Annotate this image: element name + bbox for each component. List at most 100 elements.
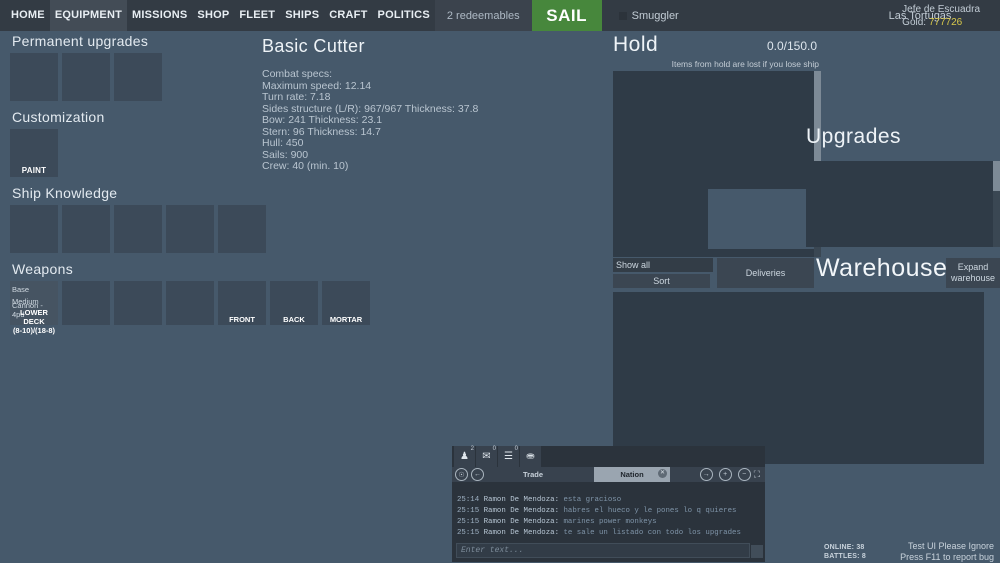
chat-tab-badge: 2 <box>470 446 474 452</box>
expand-warehouse-line1: Expand <box>957 262 989 272</box>
main-nav: HOME EQUIPMENT MISSIONS SHOP FLEET SHIPS CRAFT… <box>0 0 435 31</box>
deliveries-button[interactable]: Deliveries <box>717 258 814 288</box>
nav-item-shop[interactable]: SHOP <box>192 0 234 31</box>
chat-message-text: esta gracioso <box>563 496 622 504</box>
combat-spec-line: Turn rate: 7.18 <box>262 91 331 103</box>
ship-knowledge-slot[interactable] <box>218 205 266 253</box>
warehouse-panel: Show all Sort Deliveries Warehouse Expan… <box>613 254 1000 464</box>
nav-item-ships[interactable]: SHIPS <box>280 0 324 31</box>
upgrades-scrollbar-thumb[interactable] <box>993 161 1000 191</box>
chat-message-user: Ramon De Mendoza: <box>483 518 564 526</box>
chat-tab-bar: ♟ 2 ✉ 0 ☰ 0 ⛂ <box>452 446 541 467</box>
combat-spec-line: Stern: 96 Thickness: 14.7 <box>262 125 381 138</box>
chat-message: 25:14 Ramon De Mendoza: esta gracioso <box>457 495 760 506</box>
ship-knowledge-slot[interactable] <box>114 205 162 253</box>
close-icon[interactable]: ✕ <box>658 469 667 478</box>
battles-count: BATTLES: 8 <box>824 553 866 560</box>
weapons-title: Weapons <box>12 261 73 277</box>
chat-channel-trade-label: Trade <box>522 470 543 479</box>
ship-knowledge-slot[interactable] <box>62 205 110 253</box>
combat-specs-header: Combat specs: <box>262 68 333 80</box>
permanent-upgrade-slot[interactable] <box>62 53 110 101</box>
permanent-upgrade-slot[interactable] <box>114 53 162 101</box>
chat-tab-group[interactable]: ⛂ <box>520 446 541 467</box>
nav-item-home[interactable]: HOME <box>6 0 50 31</box>
hold-item-list[interactable] <box>613 71 821 257</box>
sail-button[interactable]: SAIL <box>531 0 602 31</box>
chat-message-text: habres el hueco y le pones lo q quieres <box>563 507 737 515</box>
chat-tab-badge: 0 <box>514 446 518 452</box>
permanent-upgrade-slot[interactable] <box>10 53 58 101</box>
chat-message-time: 25:15 <box>457 507 484 515</box>
chat-channel-nation-label: Nation <box>620 470 644 479</box>
weapon-slot[interactable]: FRONT <box>218 281 266 325</box>
weapon-slot[interactable]: BACK <box>270 281 318 325</box>
chat-expand-icon[interactable]: ⛶ <box>754 469 760 480</box>
chat-tab-person[interactable]: ♟ 2 <box>454 446 475 467</box>
chat-input[interactable]: Enter text... <box>456 543 750 558</box>
chat-message: 25:15 Ramon De Mendoza: habres el hueco … <box>457 506 760 517</box>
weapon-slot[interactable]: Base Medium Cannon - 4pd LOWER DECK (8-10)/… <box>10 281 58 335</box>
ship-name: Basic Cutter <box>262 36 365 56</box>
chat-message-area[interactable]: 25:14 Ramon De Mendoza: esta gracioso 25:… <box>452 482 765 542</box>
sail-button-label: SAIL <box>546 5 587 25</box>
hold-capacity: 0.0/150.0 <box>766 39 817 53</box>
weapon-slot[interactable] <box>62 281 110 325</box>
hold-header: Hold 0.0/150.0 Items from hold are lost … <box>613 33 821 69</box>
customization-slot-paint[interactable]: PAINT <box>10 129 58 177</box>
combat-spec-line: Hull: 450 <box>262 137 304 149</box>
hold-panel: Hold 0.0/150.0 Items from hold are lost … <box>613 33 821 257</box>
combat-spec-line: Crew: 40 (min. 10) <box>262 160 349 172</box>
weapon-slots: Base Medium Cannon - 4pd LOWER DECK (8-10)/… <box>10 281 390 335</box>
chat-send-button[interactable] <box>751 545 763 558</box>
warehouse-controls: Show all Sort Deliveries Warehouse Expan… <box>613 254 1000 290</box>
hold-warning-note: Items from hold are lost if you lose shi… <box>671 59 819 69</box>
player-info: Jefe de Escuadra Gold: 777726 <box>902 0 980 31</box>
chat-remove-icon[interactable]: − <box>737 468 751 481</box>
smuggler-status[interactable]: Smuggler <box>618 9 679 22</box>
weapon-deck-line1: LOWER DECK <box>20 308 48 326</box>
warehouse-item-list[interactable] <box>613 292 984 464</box>
ship-knowledge-slot[interactable] <box>166 205 214 253</box>
nav-item-politics[interactable]: POLITICS <box>373 0 435 31</box>
redeemables-indicator[interactable]: 2 redeemables <box>434 0 532 31</box>
upgrades-title: Upgrades <box>806 125 902 148</box>
weapon-slot[interactable]: MORTAR <box>322 281 370 325</box>
chat-next-icon[interactable]: → <box>699 468 713 481</box>
chat-tab-envelope[interactable]: ✉ 0 <box>476 446 497 467</box>
nav-item-equipment[interactable]: EQUIPMENT <box>49 0 128 31</box>
nav-item-missions[interactable]: MISSIONS <box>127 0 192 31</box>
weapon-slot[interactable] <box>114 281 162 325</box>
chat-back-icon[interactable]: ← <box>471 468 484 481</box>
chat-message-user: Ramon De Mendoza: <box>483 496 564 504</box>
upgrades-header: Upgrades <box>806 125 1000 159</box>
upgrades-scrollbar[interactable] <box>993 161 1000 247</box>
weapon-slot[interactable] <box>166 281 214 325</box>
chat-message-list: 25:14 Ramon De Mendoza: esta gracioso 25:… <box>457 495 760 539</box>
chat-tab-list[interactable]: ☰ 0 <box>498 446 519 467</box>
upgrades-item-list[interactable] <box>806 161 1000 247</box>
ship-knowledge-slot[interactable] <box>10 205 58 253</box>
combat-specs-list: Maximum speed: 12.14 Turn rate: 7.18 Sides… <box>262 80 562 173</box>
chat-mute-icon[interactable]: ☉ <box>455 468 468 481</box>
chat-input-placeholder: Enter text... <box>461 546 524 555</box>
sort-button[interactable]: Sort <box>613 274 710 288</box>
weapon-deck-label: LOWER DECK (8-10)/(18-8) <box>10 308 58 335</box>
sort-label: Sort <box>653 276 670 286</box>
smuggler-label: Smuggler <box>631 9 679 22</box>
chat-message-user: Ramon De Mendoza: <box>483 529 564 537</box>
chat-toolbar-actions: → + − ⛶ <box>697 468 765 481</box>
chat-channel-trade[interactable]: Trade <box>494 467 572 482</box>
nav-item-craft[interactable]: CRAFT <box>324 0 372 31</box>
show-all-button[interactable]: Show all <box>613 258 713 272</box>
person-icon: ♟ <box>460 451 469 462</box>
chat-add-icon[interactable]: + <box>718 468 732 481</box>
expand-warehouse-line2: warehouse <box>950 273 996 283</box>
ship-specs-panel: Basic Cutter Combat specs: Maximum speed… <box>262 36 562 173</box>
chat-channel-nation[interactable]: Nation ✕ <box>594 467 670 482</box>
gold-row: Gold: 777726 <box>902 16 962 29</box>
expand-warehouse-button[interactable]: Expand warehouse <box>946 258 1000 288</box>
player-rank: Jefe de Escuadra <box>902 3 980 15</box>
envelope-icon: ✉ <box>482 451 491 462</box>
nav-item-fleet[interactable]: FLEET <box>234 0 280 31</box>
